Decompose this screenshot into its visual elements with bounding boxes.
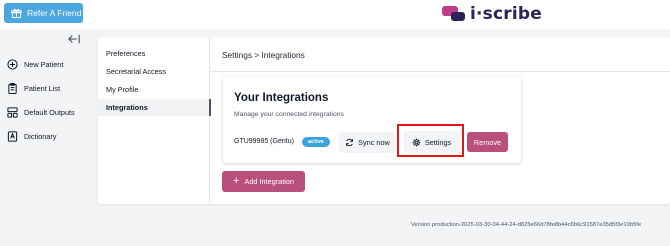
add-integration-label: Add Integration [244,177,294,186]
settings-menu: Preferences Secretarial Access My Profil… [98,37,211,204]
sync-now-button[interactable]: Sync now [339,132,396,153]
integration-settings-button[interactable]: Settings [403,131,460,153]
plus-icon: + [233,174,240,187]
left-sidebar: New Patient Patient List Default Outputs… [0,29,90,246]
settings-label: Settings [424,137,452,147]
sidebar-item-patient-list[interactable]: Patient List [7,80,60,96]
integrations-subtitle: Manage your connected integrations [234,111,344,118]
menu-item-secretarial-access[interactable]: Secretarial Access [98,63,210,80]
gear-icon [412,138,421,146]
version-string: Version production-2025-03-30-04-44-24-d… [411,222,642,228]
app-logo: i·scribe [442,2,542,26]
collapse-sidebar-icon[interactable] [68,34,80,44]
sidebar-item-new-patient[interactable]: New Patient [7,56,63,72]
layout-icon [7,106,18,118]
add-integration-button[interactable]: + Add Integration [222,171,305,192]
sync-now-label: Sync now [358,138,390,147]
sidebar-item-label: New Patient [24,59,64,69]
sidebar-item-label: Dictionary [24,131,57,141]
menu-item-label: My Profile [106,85,139,94]
top-header: Refer A Friend i·scribe [0,0,670,29]
menu-item-label: Preferences [106,49,146,58]
integrations-card: Your Integrations Manage your connected … [223,77,521,163]
refer-a-friend-button[interactable]: Refer A Friend [4,3,83,23]
breadcrumb: Settings > Integrations [222,50,305,60]
sidebar-item-label: Default Outputs [24,107,75,117]
remove-label: Remove [473,137,502,147]
sidebar-item-label: Patient List [24,83,61,93]
menu-item-my-profile[interactable]: My Profile [98,81,210,98]
divider [210,71,670,72]
integration-name: GTU99985 (Gentu) [234,138,294,145]
clipboard-icon [8,82,17,94]
menu-item-integrations[interactable]: Integrations [98,99,211,116]
gift-icon [11,8,22,18]
menu-item-label: Secretarial Access [106,67,167,76]
menu-item-label: Integrations [106,103,148,112]
settings-panel: Preferences Secretarial Access My Profil… [98,37,670,204]
refresh-icon [346,138,354,147]
plus-circle-icon [7,58,18,70]
integrations-title: Your Integrations [234,92,329,104]
integrations-content: Settings > Integrations Your Integration… [210,37,670,204]
book-icon [7,130,18,142]
status-badge: active [302,137,330,147]
menu-item-preferences[interactable]: Preferences [98,45,210,62]
logo-text: i·scribe [470,4,542,24]
remove-button[interactable]: Remove [467,132,508,152]
sidebar-item-default-outputs[interactable]: Default Outputs [7,104,75,120]
refer-a-friend-label: Refer A Friend [27,8,82,18]
logo-mark-icon [442,4,466,24]
sidebar-item-dictionary[interactable]: Dictionary [7,128,56,144]
